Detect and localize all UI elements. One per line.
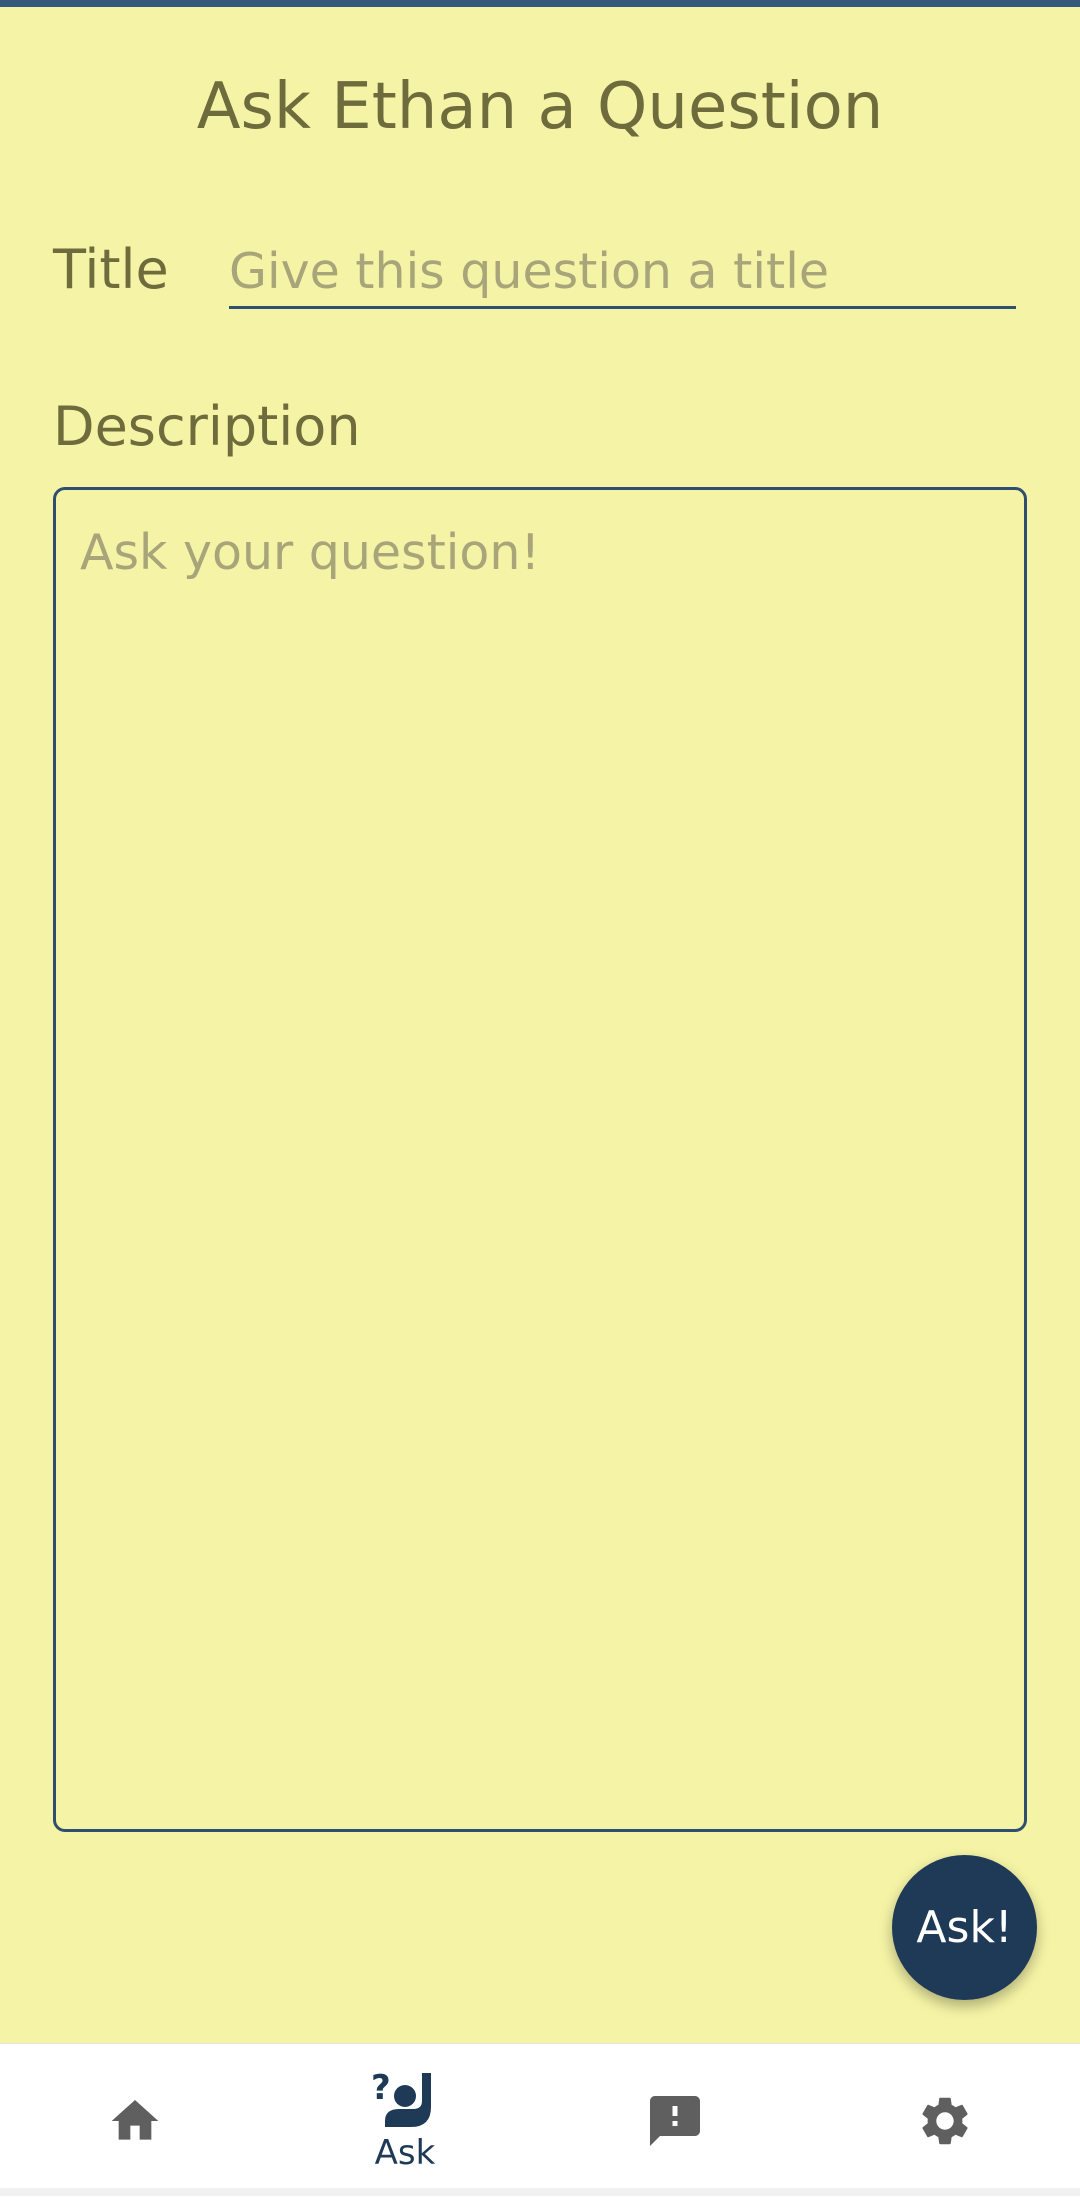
page-title: Ask Ethan a Question — [196, 70, 884, 144]
description-textarea[interactable] — [53, 487, 1027, 1832]
nav-item-feedback[interactable] — [540, 2044, 810, 2197]
feedback-icon — [650, 2095, 700, 2146]
system-navigation-bar — [0, 2188, 1080, 2196]
ask-submit-button[interactable]: Ask! — [892, 1855, 1037, 2000]
raise-hand-question-icon: ? — [371, 2069, 431, 2127]
nav-item-settings[interactable] — [810, 2044, 1080, 2197]
bottom-navigation: ? Ask — [0, 2043, 1080, 2197]
settings-gear-icon — [922, 2097, 968, 2144]
nav-item-ask[interactable]: ? Ask — [270, 2044, 540, 2197]
svg-text:?: ? — [371, 2069, 391, 2108]
title-input[interactable] — [229, 236, 1016, 309]
nav-item-label: Ask — [374, 2132, 436, 2173]
top-accent-bar — [0, 0, 1080, 7]
home-icon — [111, 2099, 159, 2140]
title-label: Title — [53, 238, 169, 301]
nav-item-home[interactable] — [0, 2044, 270, 2197]
description-label: Description — [53, 395, 361, 458]
